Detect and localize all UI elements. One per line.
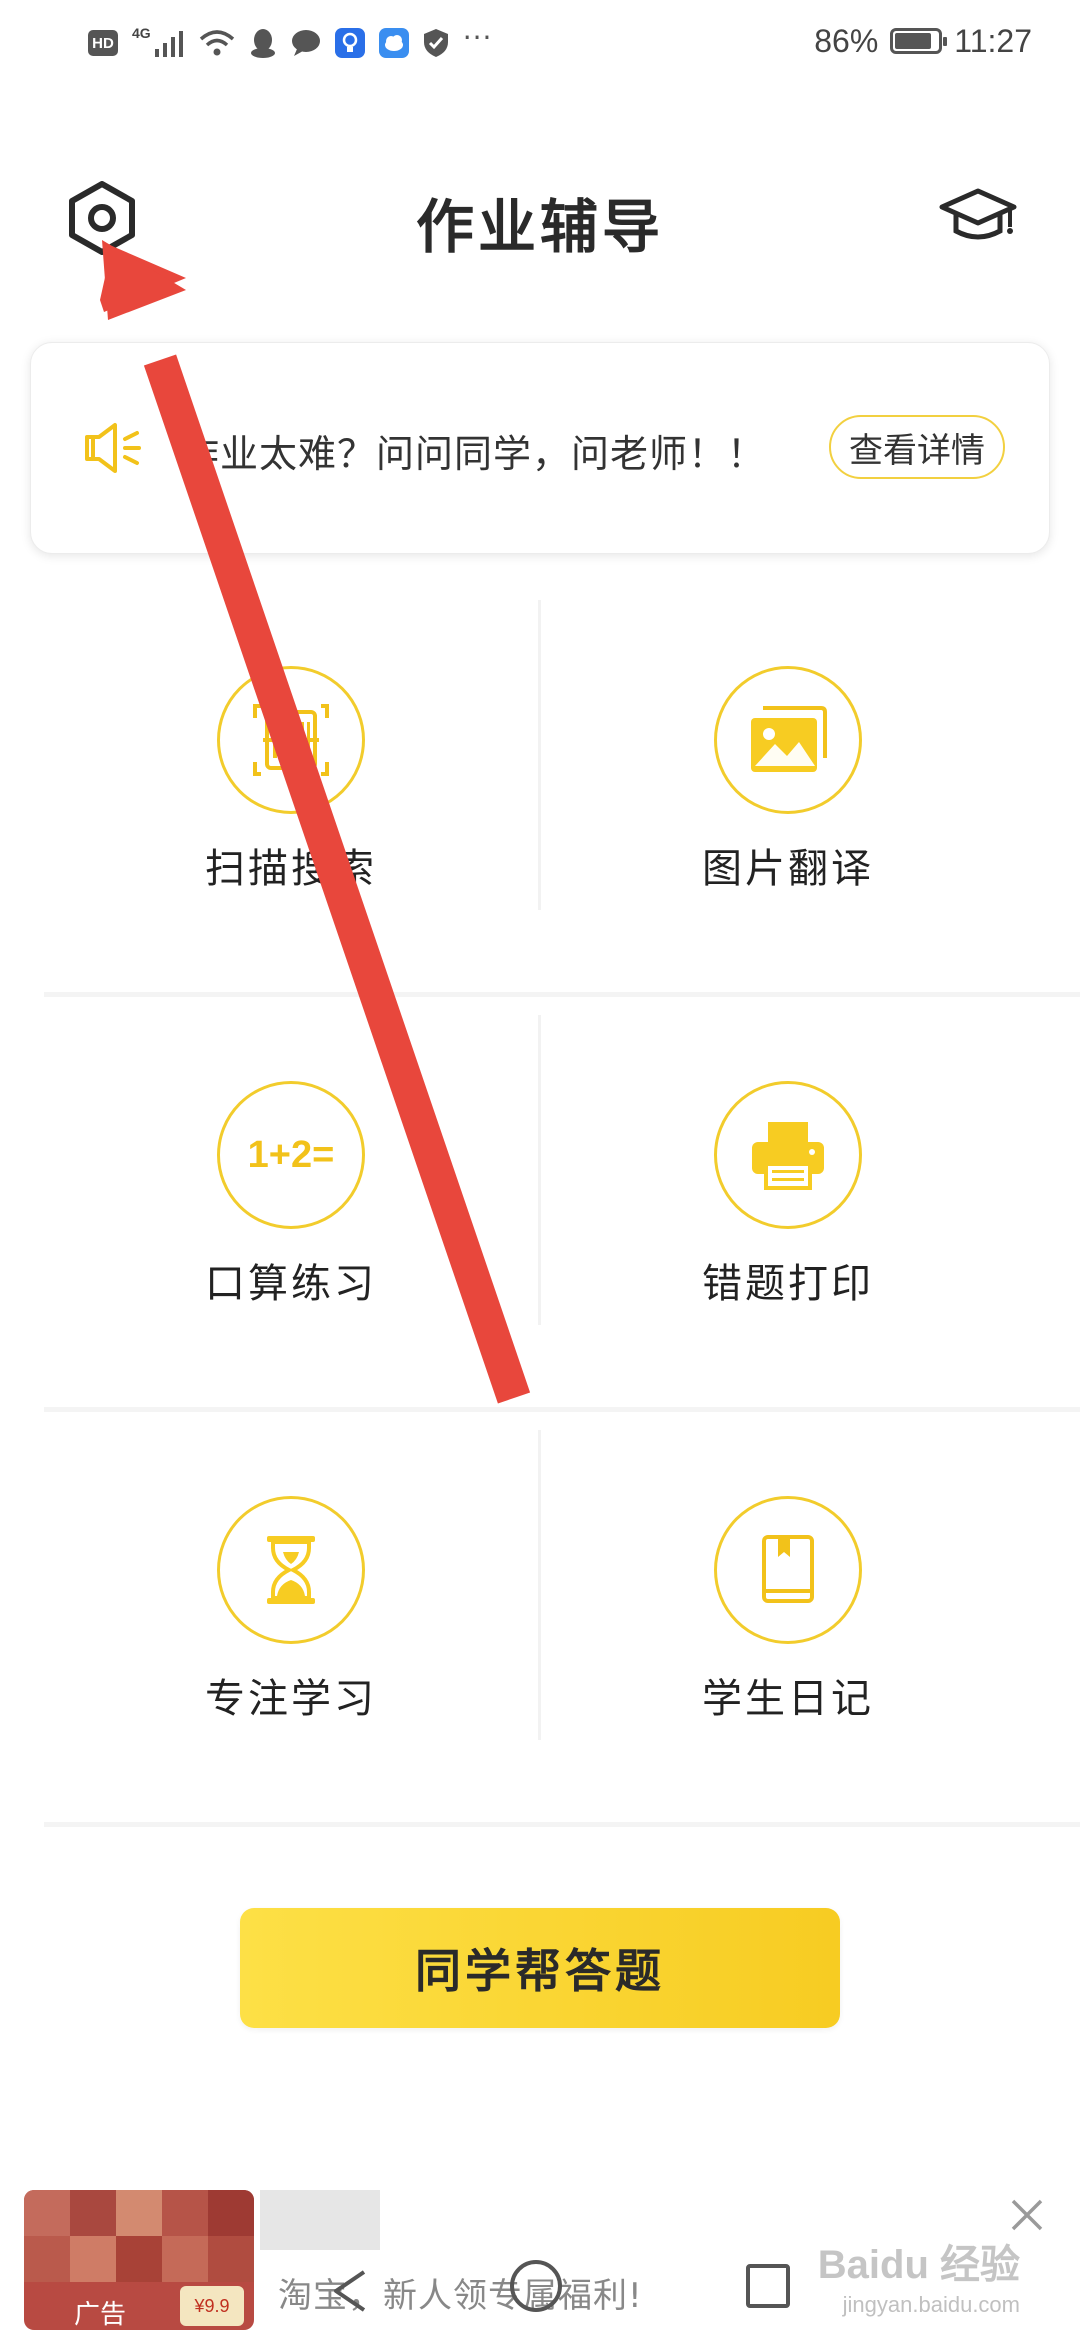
notice-text: 作业太难？问问同学，问老师！！ [181,432,767,476]
feature-label: 图片翻译 [702,846,874,892]
battery-icon [890,28,948,54]
nav-home-icon[interactable] [510,2260,562,2312]
battery-fill [895,33,932,49]
signal-icon [154,29,185,57]
ad-badge: 广告 [74,2300,127,2330]
app-header: 作业辅导 [0,150,1080,280]
hourglass-icon [267,1536,315,1604]
page-title: 作业辅导 [415,193,664,261]
watermark-logo: Baidu 经验 [817,2243,1020,2287]
feature-mental-math[interactable]: 1+2= 口算练习 [44,997,538,1402]
watermark-url: jingyan.baidu.com [842,2292,1020,2317]
feature-mistake-print[interactable]: 错题打印 [541,997,1035,1402]
status-bar: HD 4G ··· 86% 11:27 [0,0,1080,84]
feature-focus-study[interactable]: 专注学习 [44,1412,538,1817]
feature-row: 1+2= 口算练习 错题打印 [44,997,1080,1412]
classmate-answer-button[interactable]: 同学帮答题 [240,1908,840,2028]
feature-label: 口算练习 [205,1261,377,1307]
close-icon [1011,2199,1043,2231]
math-formula-icon: 1+2= [247,1133,335,1176]
feature-image-translate[interactable]: 图片翻译 [541,582,1035,987]
nav-back-icon[interactable] [330,2268,370,2314]
graduation-button[interactable] [938,182,1018,252]
cloud-app-icon [378,28,409,58]
nav-recent-icon[interactable] [746,2264,790,2308]
speaker-icon [85,423,141,473]
network-type-icon: 4G [132,25,151,41]
feature-icon-circle [217,1496,365,1644]
feature-label: 错题打印 [702,1261,874,1307]
notice-card: 作业太难？问问同学，问老师！！ 查看详情 [30,342,1050,554]
feature-row: 专注学习 学生日记 [44,1412,1080,1827]
feature-label: 专注学习 [205,1676,377,1722]
feature-student-diary[interactable]: 学生日记 [541,1412,1035,1817]
ad-price-tag: ¥9.9 [180,2286,244,2326]
diary-book-icon [762,1535,814,1603]
battery-percent: 86% [814,22,879,59]
ad-thumbnail[interactable]: 广告 ¥9.9 [24,2190,254,2330]
message-bubble-icon [291,29,321,57]
feature-scan-search[interactable]: 扫描搜索 [44,582,538,987]
wifi-icon [199,29,235,57]
feature-grid: 扫描搜索 图片翻译 1+2= 口算练习 错题打印 专注学习 学生日记 [44,582,1080,1827]
more-notifications-icon: ··· [462,20,493,54]
ad-image-mosaic [24,2190,254,2282]
feature-icon-circle [714,666,862,814]
qq-icon [249,28,277,58]
hd-icon: HD [88,30,118,56]
status-left: HD 4G ··· [88,18,492,68]
ad-blurred-area [260,2190,380,2250]
feature-label: 扫描搜索 [205,846,377,892]
barcode-scan-icon [253,704,329,776]
feature-icon-circle [714,1081,862,1229]
feature-icon-circle: 1+2= [217,1081,365,1229]
graduation-cap-icon [939,188,1017,240]
feature-label: 学生日记 [702,1676,874,1722]
view-details-button[interactable]: 查看详情 [829,415,1005,479]
clock: 11:27 [954,22,1032,59]
lightbulb-app-icon [334,28,365,58]
shield-check-icon [423,28,449,58]
printer-icon [752,1122,824,1190]
status-right: 86% 11:27 [814,14,1032,68]
feature-icon-circle [217,666,365,814]
image-gallery-icon [751,706,827,772]
feature-row: 扫描搜索 图片翻译 [44,582,1080,997]
feature-icon-circle [714,1496,862,1644]
